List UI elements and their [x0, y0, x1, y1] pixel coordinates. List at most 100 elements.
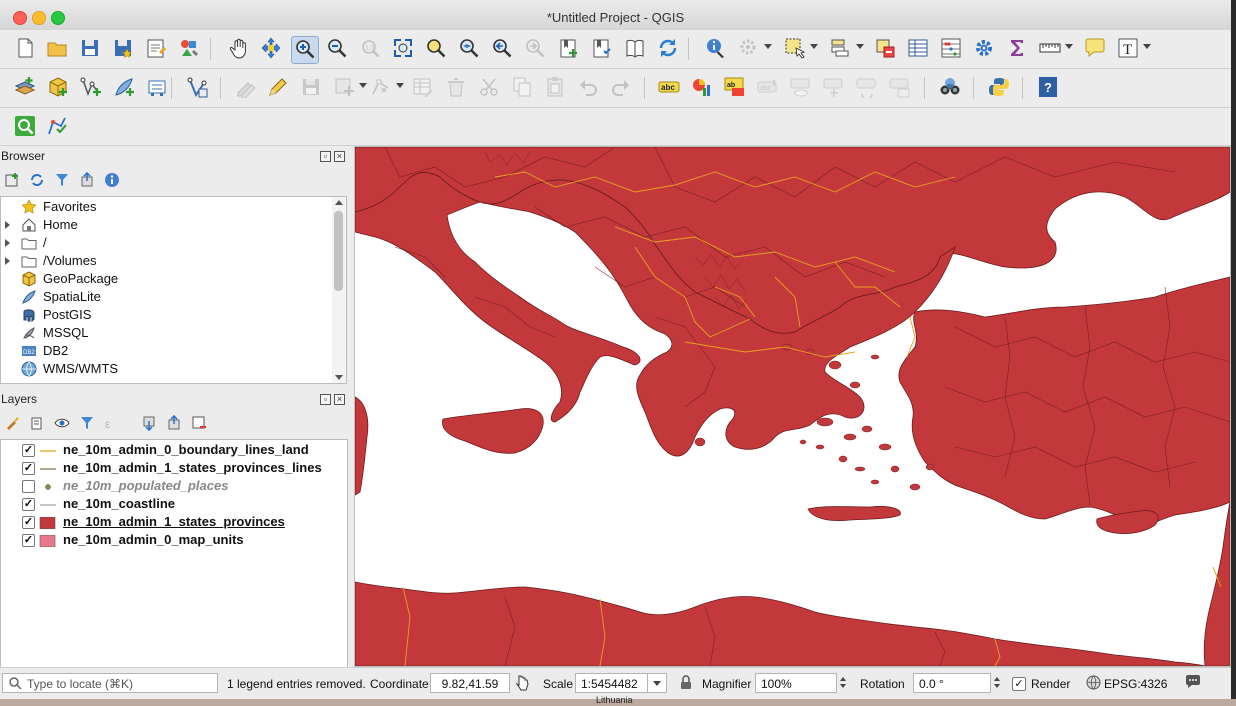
minimize-window-button[interactable] — [32, 11, 46, 25]
browser-item-wmswmts[interactable]: WMS/WMTS — [1, 360, 331, 378]
show-bookmarks-button[interactable] — [589, 36, 615, 62]
layer-visibility-checkbox[interactable]: ✓ — [22, 498, 35, 511]
maximize-window-button[interactable] — [51, 11, 65, 25]
magnifier-field[interactable]: 100% — [755, 673, 837, 693]
pan-to-selection-button[interactable] — [258, 36, 284, 62]
close-window-button[interactable] — [13, 11, 27, 25]
expand-arrow-icon[interactable] — [5, 221, 10, 229]
layer-item[interactable]: ✓ ne_10m_coastline — [1, 495, 345, 513]
filter-icon[interactable] — [53, 171, 71, 189]
collapse-all-icon[interactable] — [165, 414, 183, 432]
zoom-selection-button[interactable] — [423, 36, 449, 62]
float-panel-icon[interactable]: ▫ — [320, 151, 331, 162]
add-feature-dropdown-icon[interactable] — [359, 83, 367, 88]
browser-scrollbar[interactable] — [332, 196, 347, 384]
toggle-editing-button[interactable] — [265, 75, 291, 101]
browser-item-volumes[interactable]: /Volumes — [1, 252, 331, 270]
new-geopackage-button[interactable] — [45, 75, 71, 101]
layer-visibility-checkbox[interactable]: ✓ — [22, 534, 35, 547]
browser-item-mssql[interactable]: MSSQL — [1, 324, 331, 342]
expand-arrow-icon[interactable] — [5, 257, 10, 265]
text-annotation-dropdown-icon[interactable] — [1143, 44, 1151, 49]
crs-label[interactable]: EPSG:4326 — [1104, 676, 1167, 692]
measure-dropdown-icon[interactable] — [1065, 44, 1073, 49]
filter-legend-icon[interactable] — [78, 414, 96, 432]
browser-item-db2[interactable]: DB2 DB2 — [1, 342, 331, 360]
float-panel-icon[interactable]: ▫ — [320, 394, 331, 405]
layers-tree[interactable]: ✓ ne_10m_admin_0_boundary_lines_land ✓ ne_1… — [0, 439, 348, 668]
browser-tree[interactable]: Favorites Home / /Volumes GeoPackage SpatiaLi… — [0, 196, 334, 384]
select-by-value-dropdown-icon[interactable] — [856, 44, 864, 49]
new-shapefile-button[interactable] — [78, 75, 104, 101]
layer-item[interactable]: ✓ ne_10m_admin_1_states_provinces — [1, 513, 345, 531]
new-project-button[interactable] — [12, 36, 38, 62]
deselect-button[interactable] — [872, 36, 898, 62]
identify-button[interactable] — [703, 36, 729, 62]
remove-layer-icon[interactable] — [190, 414, 208, 432]
expand-all-icon[interactable] — [140, 414, 158, 432]
rotation-field[interactable]: 0.0 ° — [913, 673, 991, 693]
map-canvas[interactable] — [354, 146, 1231, 667]
spatial-bookmarks-button[interactable] — [622, 36, 648, 62]
layer-labeling-button[interactable]: abc — [656, 75, 682, 101]
browser-item-home[interactable]: Home — [1, 216, 331, 234]
toggle-extents-mouse-icon[interactable] — [514, 674, 530, 696]
browser-item-[interactable]: / — [1, 234, 331, 252]
zoom-full-button[interactable] — [390, 36, 416, 62]
add-selected-layers-icon[interactable] — [3, 171, 21, 189]
plugin-metasearch-button[interactable] — [937, 75, 963, 101]
select-features-button[interactable] — [782, 36, 808, 62]
properties-info-icon[interactable] — [103, 171, 121, 189]
layer-visibility-checkbox[interactable]: ✓ — [22, 516, 35, 529]
lock-scale-icon[interactable] — [680, 675, 692, 694]
processing-toolbox-button[interactable] — [971, 36, 997, 62]
text-annotation-button[interactable]: T — [1115, 36, 1141, 62]
scroll-up-arrow-icon[interactable] — [335, 200, 343, 205]
scrollbar-thumb[interactable] — [334, 211, 343, 291]
pan-button[interactable] — [226, 36, 252, 62]
data-source-manager-button[interactable] — [12, 75, 38, 101]
messages-speech-icon[interactable] — [1184, 674, 1202, 694]
layer-item[interactable]: ✓ ne_10m_admin_0_map_units — [1, 531, 345, 549]
zoom-layer-button[interactable] — [456, 36, 482, 62]
scale-combobox[interactable]: 1:5454482 — [575, 673, 667, 693]
browser-item-spatialite[interactable]: SpatiaLite — [1, 288, 331, 306]
close-panel-icon[interactable]: × — [334, 151, 345, 162]
add-vector-button[interactable] — [184, 75, 210, 101]
attribute-table-button[interactable] — [905, 36, 931, 62]
vertex-tool-dropdown-icon[interactable] — [396, 83, 404, 88]
geometry-checker-button[interactable] — [44, 114, 70, 140]
layer-diagram-button[interactable] — [689, 75, 715, 101]
save-project-button[interactable] — [77, 36, 103, 62]
close-panel-icon[interactable]: × — [334, 394, 345, 405]
browser-item-favorites[interactable]: Favorites — [1, 198, 331, 216]
refresh-button[interactable] — [655, 36, 681, 62]
new-bookmark-button[interactable] — [556, 36, 582, 62]
select-by-value-button[interactable] — [828, 36, 854, 62]
scroll-down-arrow-icon[interactable] — [335, 375, 343, 380]
zoom-last-button[interactable] — [489, 36, 515, 62]
select-features-dropdown-icon[interactable] — [810, 44, 818, 49]
collapse-all-icon[interactable] — [78, 171, 96, 189]
action-dropdown-icon[interactable] — [764, 44, 772, 49]
style-manager-button[interactable] — [176, 36, 202, 62]
layer-item[interactable]: ne_10m_populated_places — [1, 477, 345, 495]
zoom-in-button[interactable] — [291, 36, 319, 64]
layer-visibility-checkbox[interactable]: ✓ — [22, 462, 35, 475]
layer-visibility-checkbox[interactable]: ✓ — [22, 444, 35, 457]
open-project-button[interactable] — [44, 36, 70, 62]
coordinate-field[interactable]: 9.82,41.59 — [430, 673, 510, 693]
new-virtual-layer-button[interactable] — [144, 75, 170, 101]
layer-item[interactable]: ✓ ne_10m_admin_1_states_provinces_lines — [1, 459, 345, 477]
layer-visibility-checkbox[interactable] — [22, 480, 35, 493]
measure-button[interactable] — [1037, 36, 1063, 62]
locator-search-button[interactable] — [12, 114, 38, 140]
save-as-button[interactable] — [110, 36, 136, 62]
statistical-summary-button[interactable] — [1004, 36, 1030, 62]
style-brush-icon[interactable] — [3, 414, 21, 432]
layer-item[interactable]: ✓ ne_10m_admin_0_boundary_lines_land — [1, 441, 345, 459]
new-spatialite-button[interactable] — [111, 75, 137, 101]
browser-item-geopackage[interactable]: GeoPackage — [1, 270, 331, 288]
print-layout-button[interactable] — [143, 36, 169, 62]
refresh-icon[interactable] — [28, 171, 46, 189]
